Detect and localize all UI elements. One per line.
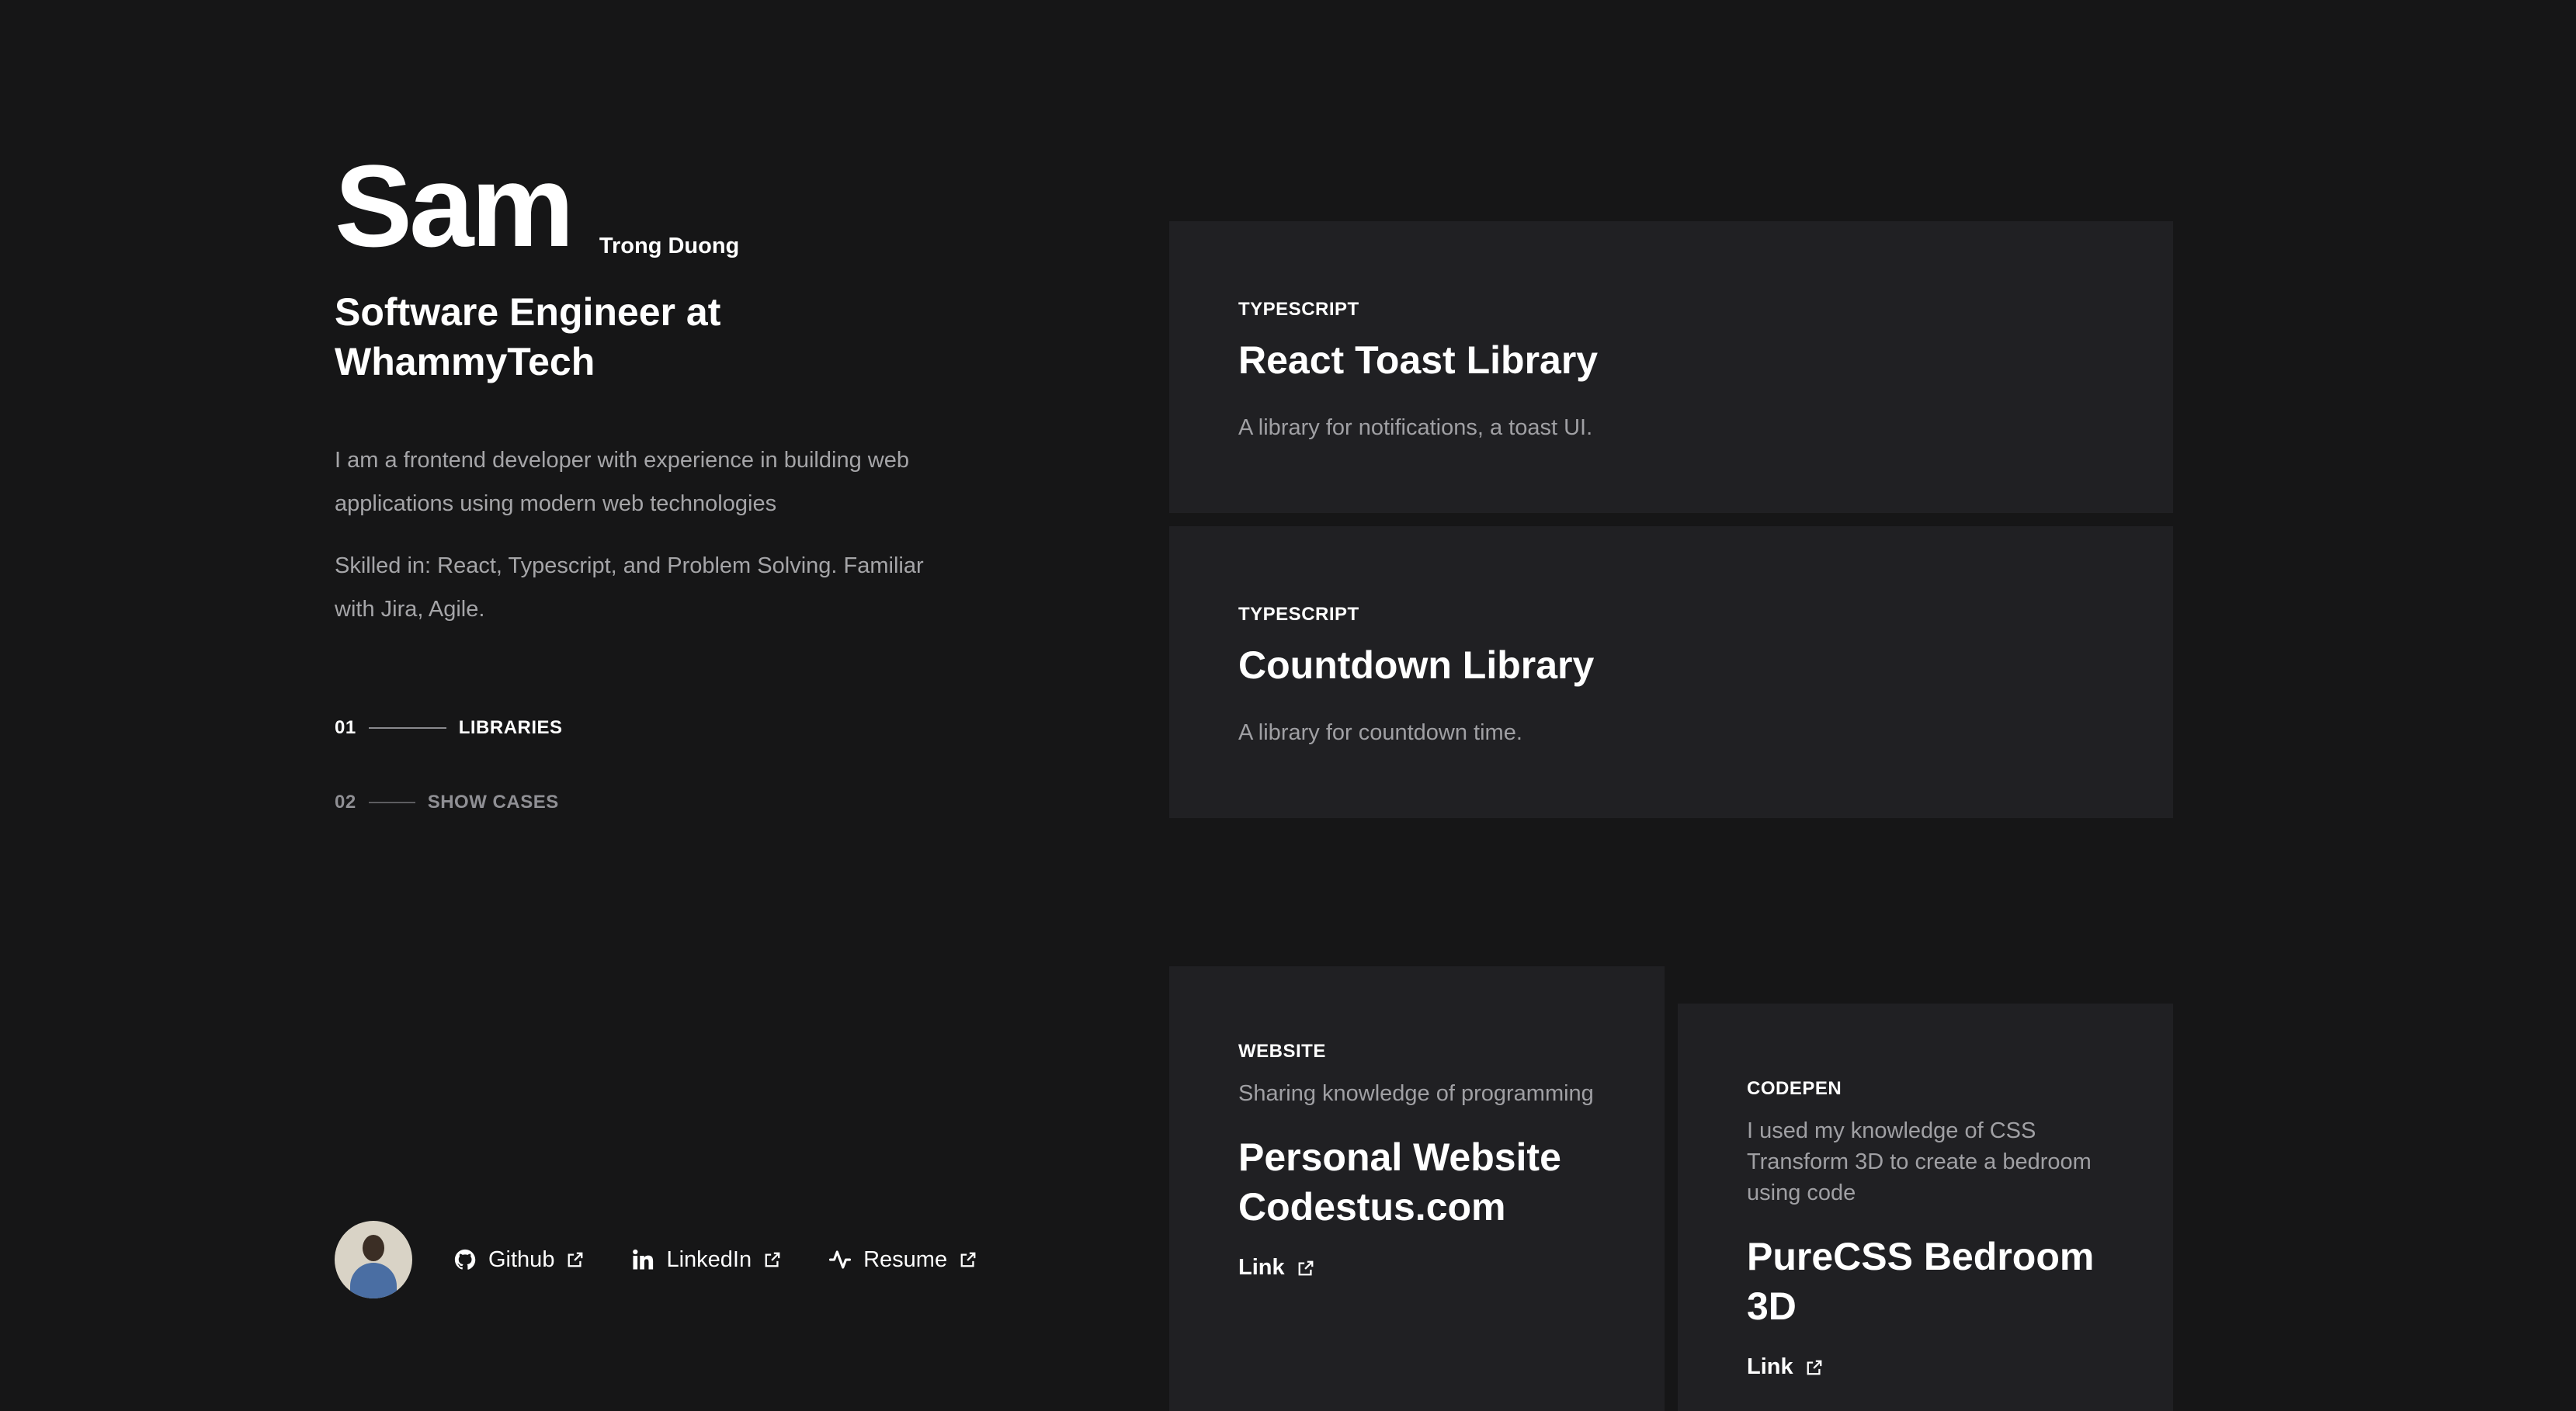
- showcase-card-purecss-bedroom: CODEPEN I used my knowledge of CSS Trans…: [1678, 1004, 2173, 1411]
- card-description: A library for notifications, a toast UI.: [1238, 415, 1593, 440]
- profile-description: I am a frontend developer with experienc…: [335, 448, 909, 516]
- card-title: Countdown Library: [1238, 643, 1595, 687]
- card-title: React Toast Library: [1238, 338, 1599, 382]
- avatar-body: [350, 1263, 397, 1298]
- nav-number: 01: [335, 717, 356, 738]
- resume-link[interactable]: Resume: [828, 1247, 977, 1273]
- social-footer: Github LinkedIn Resume: [335, 1221, 1023, 1298]
- card-tag: WEBSITE: [1238, 1041, 1326, 1062]
- profile-role: Software Engineer at WhammyTech: [335, 290, 721, 383]
- github-icon: [453, 1247, 477, 1272]
- card-tag: CODEPEN: [1747, 1078, 1842, 1099]
- activity-icon: [828, 1247, 852, 1272]
- external-link-icon: [568, 1252, 583, 1267]
- external-link-icon: [960, 1252, 976, 1267]
- name-row: Sam Trong Duong: [335, 147, 739, 264]
- avatar-head: [363, 1235, 384, 1261]
- resume-label: Resume: [863, 1246, 948, 1272]
- profile-column: Sam Trong Duong Software Engineer at Wha…: [335, 0, 1033, 1411]
- external-link-icon: [765, 1252, 780, 1267]
- linkedin-label: LinkedIn: [666, 1246, 752, 1272]
- nav-label: LIBRARIES: [458, 717, 563, 738]
- link-label: Link: [1238, 1255, 1285, 1280]
- nav-divider: [368, 727, 446, 729]
- linkedin-link[interactable]: LinkedIn: [630, 1247, 781, 1273]
- card-tag: TYPESCRIPT: [1238, 299, 1359, 320]
- profile-name: Sam: [335, 140, 575, 271]
- nav-show-cases[interactable]: 02 SHOW CASES: [335, 792, 559, 813]
- nav-divider: [368, 802, 415, 803]
- card-description: A library for countdown time.: [1238, 720, 1522, 745]
- card-title: PureCSS Bedroom 3D: [1747, 1235, 2095, 1328]
- profile-full-name: Trong Duong: [599, 234, 740, 258]
- showcase-link[interactable]: Link: [1747, 1354, 2104, 1380]
- nav-libraries[interactable]: 01 LIBRARIES: [335, 717, 563, 739]
- link-label: Link: [1747, 1354, 1793, 1379]
- nav-number: 02: [335, 792, 356, 813]
- card-description: Sharing knowledge of programming: [1238, 1081, 1594, 1106]
- linkedin-icon: [630, 1247, 655, 1272]
- nav-label: SHOW CASES: [427, 792, 559, 813]
- external-link-icon: [1807, 1360, 1822, 1375]
- showcase-card-personal-website: WEBSITE Sharing knowledge of programming…: [1169, 966, 1665, 1411]
- library-card-react-toast[interactable]: TYPESCRIPT React Toast Library A library…: [1169, 221, 2173, 513]
- library-card-countdown[interactable]: TYPESCRIPT Countdown Library A library f…: [1169, 526, 2173, 818]
- github-link[interactable]: Github: [453, 1247, 584, 1273]
- card-description: I used my knowledge of CSS Transform 3D …: [1747, 1118, 2092, 1205]
- card-tag: TYPESCRIPT: [1238, 604, 1359, 625]
- card-title: Personal Website Codestus.com: [1238, 1135, 1561, 1229]
- profile-skills: Skilled in: React, Typescript, and Probl…: [335, 553, 924, 622]
- github-label: Github: [488, 1246, 555, 1272]
- avatar: [335, 1221, 412, 1298]
- showcase-link[interactable]: Link: [1238, 1255, 1595, 1281]
- external-link-icon: [1298, 1260, 1314, 1275]
